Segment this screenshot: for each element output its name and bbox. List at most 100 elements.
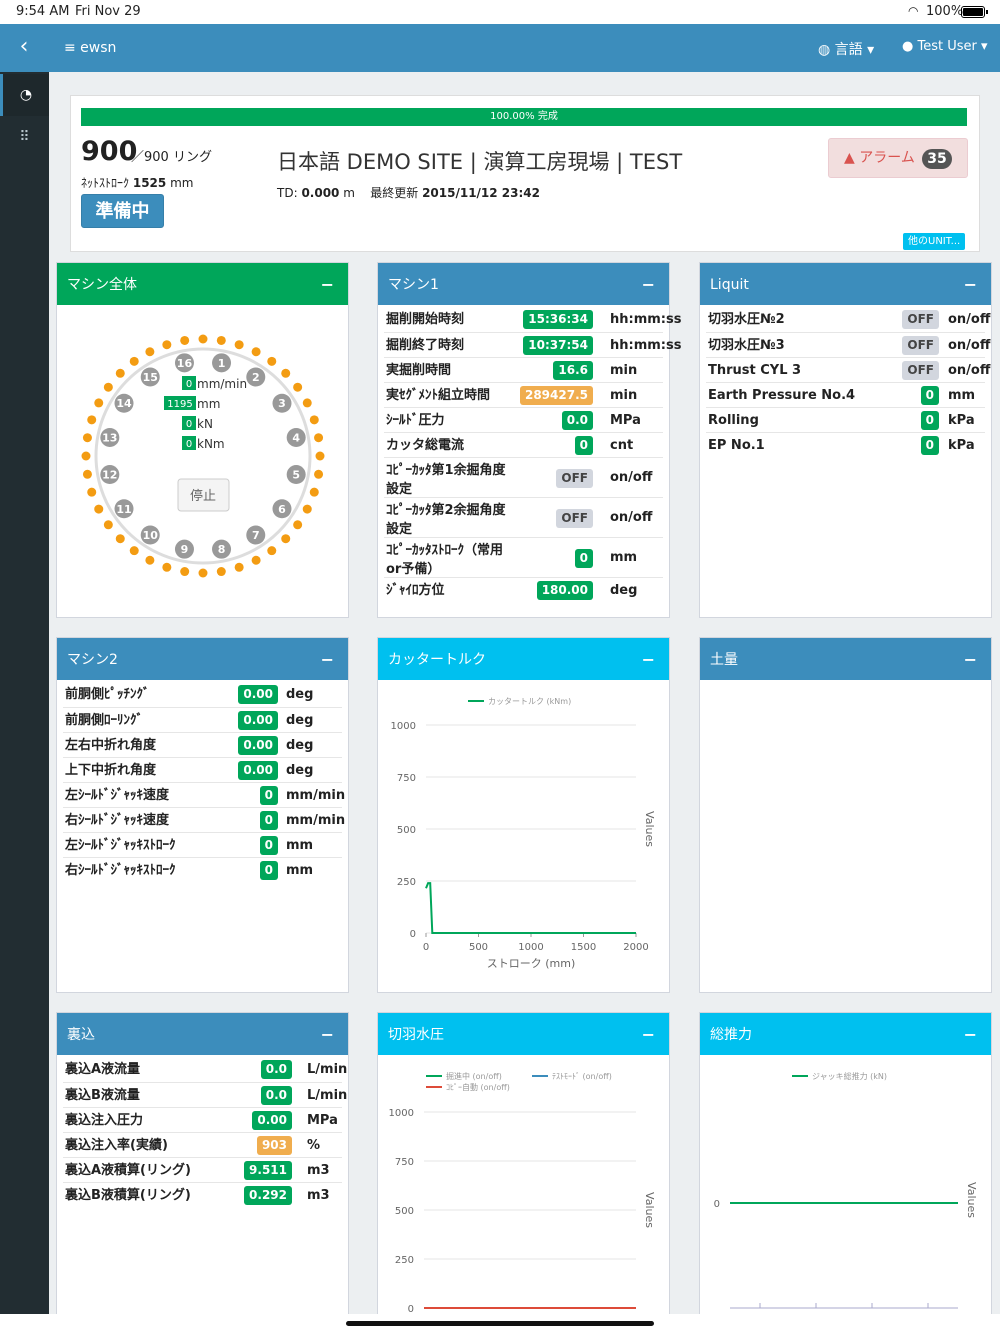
minus-icon[interactable]: −	[642, 1013, 655, 1057]
row-value-badge: 0.00	[238, 711, 278, 730]
row-unit: on/off	[948, 311, 991, 327]
readout-unit: mm	[197, 397, 220, 411]
row-label-text: 右ｼｰﾙﾄﾞｼﾞｬｯｷ速度	[65, 812, 170, 828]
dial-dot	[281, 534, 291, 544]
panel-title: マシン1	[388, 277, 439, 293]
language-menu[interactable]: ◍ 言語 ▾	[818, 39, 874, 59]
minus-icon[interactable]: −	[642, 638, 655, 682]
row-value-badge: 0.0	[561, 411, 593, 430]
data-row: カッタ総電流 0 cnt	[384, 432, 663, 457]
row-label-text: カッタ総電流	[386, 437, 465, 453]
row-label-text: 裏込A液流量	[65, 1061, 141, 1077]
dial-dot	[293, 382, 303, 392]
y-tick-label: 0	[410, 929, 416, 940]
row-label-text: 実ｾｸﾞﾒﾝﾄ組立時間	[386, 387, 491, 403]
data-row: 裏込A液流量 0.0 L/min	[63, 1057, 347, 1082]
data-row: 裏込A液積算(リング) 9.511 m3	[63, 1157, 342, 1182]
legend-label: ﾃｽﾄﾓｰﾄﾞ (on/off)	[552, 1072, 612, 1081]
minus-icon[interactable]: −	[321, 263, 334, 307]
home-indicator[interactable]	[346, 1321, 654, 1326]
jack-label: 9	[181, 543, 189, 556]
jack-label: 14	[116, 397, 132, 410]
dial-dot	[302, 504, 312, 514]
minus-icon[interactable]: −	[321, 1013, 334, 1057]
row-unit: on/off	[948, 362, 991, 378]
panel-title: 裏込	[67, 1027, 95, 1043]
y-tick-label: 500	[395, 1206, 414, 1217]
panel-title: マシン2	[67, 652, 118, 668]
dial-dot	[94, 504, 104, 514]
alarm-label: アラーム	[859, 150, 915, 166]
dial-dot	[251, 555, 261, 565]
y-axis-label: Values	[965, 1182, 978, 1218]
data-row: 左ｼｰﾙﾄﾞｼﾞｬｯｷｽﾄﾛｰｸ 0 mm	[63, 832, 342, 857]
sidebar: ◔ ⠿	[0, 72, 49, 1334]
dial-dot	[87, 415, 97, 425]
dial-dot	[198, 568, 208, 578]
data-row: 右ｼｰﾙﾄﾞｼﾞｬｯｷｽﾄﾛｰｸ 0 mm	[63, 857, 342, 882]
row-label-text: 前胴側ﾋﾟｯﾁﾝｸﾞ	[65, 686, 150, 702]
row-label: Rolling	[708, 413, 759, 429]
chevron-left-icon[interactable]: ‹	[0, 24, 48, 72]
jack-label: 10	[143, 529, 159, 542]
dial-dot	[281, 368, 291, 378]
minus-icon[interactable]: −	[642, 263, 655, 307]
row-unit: mm	[948, 387, 976, 403]
panel-header: マシン2 −	[57, 638, 348, 680]
site-name: 日本語 DEMO SITE | 演算工房現場 | TEST	[277, 150, 683, 174]
row-value-badge: OFF	[902, 310, 939, 329]
jack-label: 2	[252, 371, 260, 384]
row-value-badge: 0	[920, 411, 939, 430]
sidebar-item-apps[interactable]: ⠿	[0, 116, 49, 158]
row-label-text: 右ｼｰﾙﾄﾞｼﾞｬｯｷｽﾄﾛｰｸ	[65, 862, 176, 878]
dial-dot	[251, 347, 261, 357]
row-unit: on/off	[610, 470, 653, 485]
status-button[interactable]: 準備中	[81, 194, 164, 228]
minus-icon[interactable]: −	[321, 638, 334, 682]
td-value: 0.000	[301, 186, 340, 200]
y-tick-label: 1000	[389, 1108, 414, 1119]
row-label-text: 裏込注入率(実績)	[65, 1137, 168, 1153]
row-label-text: 切羽水圧№3	[708, 337, 785, 353]
dial-dot	[115, 368, 125, 378]
panel-machine2: マシン2 − 前胴側ﾋﾟｯﾁﾝｸﾞ 0.00 deg 前胴側ﾛｰﾘﾝｸﾞ 0.00 deg…	[56, 637, 349, 993]
x-tick-label: 1000	[518, 942, 543, 953]
legend-label: ｺﾋﾟｰ自動 (on/off)	[446, 1082, 510, 1092]
row-unit: hh:mm:ss	[610, 337, 682, 353]
sidebar-item-dashboard[interactable]: ◔	[0, 74, 49, 116]
alarm-button[interactable]: ▲ アラーム 35	[828, 138, 968, 178]
row-label-text: Thrust CYL 3	[708, 362, 802, 378]
panel-header: カッタートルク −	[378, 638, 669, 680]
minus-icon[interactable]: −	[964, 1013, 977, 1057]
row-unit: MPa	[307, 1112, 338, 1128]
row-label: 左右中折れ角度	[65, 738, 156, 754]
user-menu[interactable]: ● Test User ▾	[902, 39, 988, 54]
net-stroke: ﾈｯﾄｽﾄﾛｰｸ 1525 mm	[81, 174, 193, 191]
dial-dot	[234, 562, 244, 572]
user-name: Test User ▾	[917, 39, 988, 54]
row-value-badge: 0	[259, 836, 278, 855]
row-label-text: 設定	[386, 482, 413, 497]
data-row: 掘削開始時刻 15:36:34 hh:mm:ss	[384, 307, 681, 332]
user-icon: ●	[902, 39, 918, 54]
data-rows: 掘削開始時刻 15:36:34 hh:mm:ss 掘削終了時刻 10:37:54 hh:m…	[378, 305, 681, 604]
dial-dot	[81, 451, 91, 461]
y-axis-label: Values	[643, 811, 656, 847]
minus-icon[interactable]: −	[964, 263, 977, 307]
panel-title: 土量	[710, 652, 738, 668]
legend-label: 掘進中 (on/off)	[446, 1071, 502, 1081]
data-row: ｺﾋﾟｰｶｯﾀ第1余掘角度 設定 OFF on/off	[384, 457, 663, 497]
other-unit-button[interactable]: 他のUNIT...	[903, 233, 966, 250]
row-value-badge: OFF	[902, 361, 939, 380]
row-value-badge: 0.00	[238, 761, 278, 780]
bell-icon: ▲	[844, 150, 855, 166]
minus-icon[interactable]: −	[964, 638, 977, 682]
td-line: TD: 0.000 m 最終更新 2015/11/12 23:42	[277, 184, 540, 201]
row-label: ｼﾞｬｲﾛ方位	[386, 583, 445, 599]
battery-percent: 100%	[926, 4, 964, 19]
sidebar-toggle-brand[interactable]: ≡ ewsn	[64, 40, 116, 56]
dial-dot	[293, 520, 303, 530]
row-label: 前胴側ﾛｰﾘﾝｸﾞ	[65, 713, 143, 729]
legend-label: ジャッキ総推力 (kN)	[812, 1071, 887, 1081]
total-thrust-chart: ジャッキ総推力 (kN) 0 Values	[714, 1071, 978, 1309]
